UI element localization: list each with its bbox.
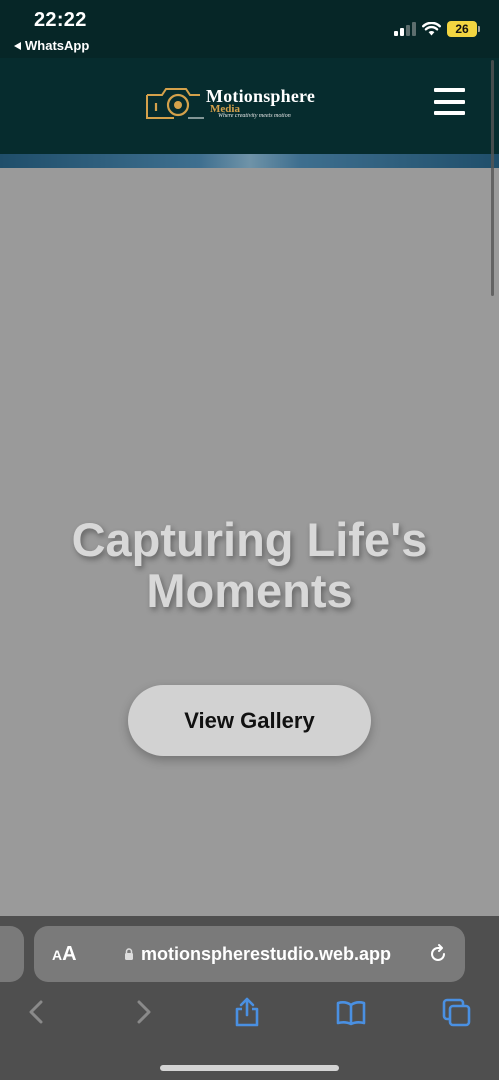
status-time: 22:22 [34,9,87,31]
share-icon[interactable] [232,996,262,1028]
cellular-signal-icon [394,22,416,36]
back-to-app-link[interactable]: WhatsApp [14,38,89,53]
logo-text: Motionsphere Media Where creativity meet… [206,84,338,124]
bookmarks-icon[interactable] [336,996,366,1028]
previous-tab-peek[interactable] [0,926,24,982]
logo-tagline: Where creativity meets motion [218,113,291,119]
hamburger-menu-icon[interactable] [434,88,465,115]
site-logo[interactable]: Motionsphere Media Where creativity meet… [144,84,338,124]
scrollbar[interactable] [491,60,494,296]
hero-title-line-2: Moments [146,564,353,617]
hero-section: Capturing Life's Moments View Gallery [0,168,499,916]
back-icon[interactable] [22,996,52,1028]
reload-icon[interactable] [427,943,449,965]
header-accent-strip [0,154,499,168]
url-text[interactable]: motionspherestudio.web.app [141,944,391,965]
view-gallery-button[interactable]: View Gallery [128,685,371,756]
battery-icon: 26 [447,21,480,37]
camera-logo-icon [146,88,204,119]
back-arrow-icon [14,41,21,50]
battery-level: 26 [455,22,469,36]
hero-title-line-1: Capturing Life's [71,513,428,566]
home-indicator[interactable] [160,1065,339,1071]
forward-icon[interactable] [128,996,158,1028]
status-icons: 26 [394,21,480,37]
reader-options-button[interactable]: AA [52,943,77,966]
status-bar: 22:22 WhatsApp 26 [0,0,499,58]
hero-title: Capturing Life's Moments [0,514,499,616]
wifi-icon [422,22,441,36]
back-app-label: WhatsApp [25,38,90,53]
lock-icon [125,948,133,960]
tabs-icon[interactable] [442,996,472,1028]
